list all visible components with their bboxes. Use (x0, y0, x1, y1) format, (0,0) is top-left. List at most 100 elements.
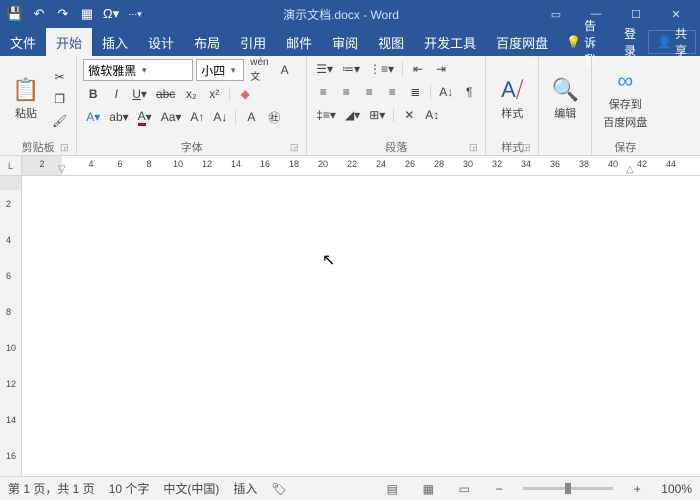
status-page[interactable]: 第 1 页，共 1 页 (8, 480, 95, 497)
show-marks-icon[interactable]: ¶ (459, 82, 479, 102)
qat-customize-icon[interactable]: ⋯▾ (124, 3, 146, 25)
status-words[interactable]: 10 个字 (109, 480, 150, 497)
tab-developer[interactable]: 开发工具 (414, 28, 486, 56)
ribbon-options-icon[interactable]: ▭ (536, 3, 576, 25)
tab-design[interactable]: 设计 (138, 28, 184, 56)
document-page[interactable]: ↖ (22, 176, 700, 482)
ruler-tick: 32 (492, 159, 502, 169)
paste-button[interactable]: 📋 粘贴 (6, 59, 46, 139)
styles-button[interactable]: A⧸ 样式 (492, 59, 532, 139)
launcher-icon[interactable]: ◲ (520, 142, 532, 154)
text-effects-icon[interactable]: A▾ (83, 107, 103, 127)
shrink-font-icon[interactable]: A↓ (210, 107, 230, 127)
tell-me[interactable]: 💡 告诉我... (558, 30, 614, 54)
ruler-tick: 8 (146, 159, 151, 169)
ruler-tick: 2 (6, 199, 11, 209)
bullets-icon[interactable]: ☰▾ (313, 59, 336, 79)
strike-button[interactable]: abc (153, 84, 178, 104)
ruler-tick: 14 (231, 159, 241, 169)
circle-char-icon[interactable]: ㊓ (264, 107, 284, 127)
login-button[interactable]: 登录 (616, 30, 646, 54)
tab-home[interactable]: 开始 (46, 28, 92, 56)
styles-group-label: 样式◲ (492, 139, 532, 155)
justify-icon[interactable]: ≡ (382, 82, 402, 102)
view-read-icon[interactable]: ▤ (381, 480, 403, 498)
clear-format-icon[interactable]: ◆ (235, 84, 255, 104)
format-painter-icon[interactable]: 🖌 (49, 111, 70, 131)
underline-button[interactable]: U▾ (129, 84, 150, 104)
omega-icon[interactable]: Ω▾ (100, 3, 122, 25)
zoom-in-button[interactable]: + (627, 479, 647, 499)
zoom-slider[interactable] (523, 487, 613, 490)
indent-dec-icon[interactable]: ⇤ (408, 59, 428, 79)
view-web-icon[interactable]: ▭ (453, 480, 475, 498)
line-spacing-icon[interactable]: ‡≡▾ (313, 105, 339, 125)
multilevel-icon[interactable]: ⋮≡▾ (366, 59, 397, 79)
status-extra[interactable]: 🏷 (271, 482, 286, 496)
snap-grid-icon[interactable]: ✕ (399, 105, 419, 125)
launcher-icon[interactable]: ◲ (288, 142, 300, 154)
tab-review[interactable]: 审阅 (322, 28, 368, 56)
enclosed-char-icon[interactable]: A (241, 107, 261, 127)
subscript-button[interactable]: x₂ (181, 84, 201, 104)
borders-icon[interactable]: ⊞▾ (366, 105, 388, 125)
indent-marker-icon[interactable]: ▽ (58, 164, 66, 175)
launcher-icon[interactable]: ◲ (58, 142, 70, 154)
font-name-combo[interactable]: 微软雅黑▼ (83, 59, 193, 81)
share-button[interactable]: 👤 共享 (648, 30, 696, 54)
highlight-icon[interactable]: ab▾ (106, 107, 131, 127)
align-right-icon[interactable]: ≡ (359, 82, 379, 102)
tab-insert[interactable]: 插入 (92, 28, 138, 56)
copy-icon[interactable]: ❐ (49, 89, 70, 109)
clipboard-icon: 📋 (12, 77, 39, 103)
horizontal-ruler[interactable]: L 2 ▽ △ 46810121416182022242628303234363… (0, 156, 700, 176)
ruler-tick: 16 (260, 159, 270, 169)
numbering-icon[interactable]: ≔▾ (339, 59, 363, 79)
save-icon[interactable]: 💾 (4, 3, 26, 25)
status-lang[interactable]: 中文(中国) (163, 480, 219, 497)
close-icon[interactable]: ✕ (656, 3, 696, 25)
launcher-icon[interactable]: ◲ (467, 142, 479, 154)
ruler-tick: 10 (173, 159, 183, 169)
qat-btn-1[interactable]: ▦ (76, 3, 98, 25)
zoom-value[interactable]: 100% (661, 482, 692, 496)
indent-inc-icon[interactable]: ⇥ (431, 59, 451, 79)
edit-group-label (545, 139, 585, 155)
shading-icon[interactable]: ◢▾ (342, 105, 363, 125)
ruler-tick: 20 (318, 159, 328, 169)
indent-marker-icon[interactable]: △ (626, 164, 634, 175)
font-color-icon[interactable]: A▾ (135, 107, 155, 127)
tab-mailings[interactable]: 邮件 (276, 28, 322, 56)
char-border-icon[interactable]: A (275, 60, 295, 80)
status-mode[interactable]: 插入 (233, 480, 257, 497)
tab-layout[interactable]: 布局 (184, 28, 230, 56)
maximize-icon[interactable]: ☐ (616, 3, 656, 25)
char-scale-icon[interactable]: Aa▾ (158, 107, 185, 127)
bold-button[interactable]: B (83, 84, 103, 104)
undo-icon[interactable]: ↶ (28, 3, 50, 25)
para-btn2[interactable]: A↕ (422, 105, 442, 125)
zoom-thumb[interactable] (565, 483, 571, 494)
tab-file[interactable]: 文件 (0, 28, 46, 56)
redo-icon[interactable]: ↷ (52, 3, 74, 25)
sort-icon[interactable]: A↓ (436, 82, 456, 102)
distribute-icon[interactable]: ≣ (405, 82, 425, 102)
superscript-button[interactable]: x² (204, 84, 224, 104)
ruler-corner[interactable]: L (0, 156, 22, 175)
vertical-ruler[interactable]: 246810121416 (0, 176, 22, 482)
tab-baidu[interactable]: 百度网盘 (486, 28, 558, 56)
grow-font-icon[interactable]: A↑ (187, 107, 207, 127)
tab-references[interactable]: 引用 (230, 28, 276, 56)
edit-button[interactable]: 🔍 编辑 (545, 59, 585, 139)
align-left-icon[interactable]: ≡ (313, 82, 333, 102)
italic-button[interactable]: I (106, 84, 126, 104)
phonetic-guide-icon[interactable]: wén文 (247, 60, 271, 80)
ruler-tick: 24 (376, 159, 386, 169)
tab-view[interactable]: 视图 (368, 28, 414, 56)
view-print-icon[interactable]: ▦ (417, 480, 439, 498)
save-to-baidu-button[interactable]: ∞ 保存到 百度网盘 (598, 59, 652, 139)
cut-icon[interactable]: ✂ (49, 67, 70, 87)
font-size-combo[interactable]: 小四▼ (196, 59, 244, 81)
align-center-icon[interactable]: ≡ (336, 82, 356, 102)
zoom-out-button[interactable]: − (489, 479, 509, 499)
